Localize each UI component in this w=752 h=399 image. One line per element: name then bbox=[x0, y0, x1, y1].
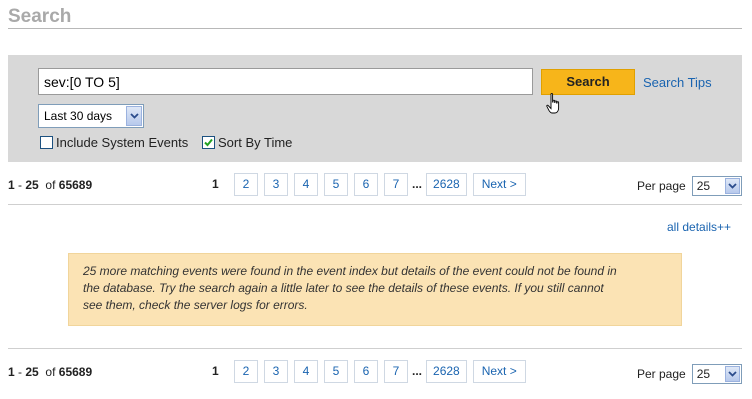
range-end: 25 bbox=[25, 178, 39, 192]
notice-line: see them, check the server logs for erro… bbox=[83, 298, 308, 312]
results-summary-bottom: 1 - 25 of 65689 bbox=[8, 365, 92, 379]
range-start: 1 bbox=[8, 178, 15, 192]
missing-events-notice: 25 more matching events were found in th… bbox=[68, 253, 682, 326]
per-page-label: Per page bbox=[637, 367, 686, 381]
per-page-top: Per page 25 bbox=[637, 176, 742, 196]
per-page-bottom: Per page 25 bbox=[637, 364, 742, 384]
range-separator: - bbox=[18, 365, 23, 379]
page-link[interactable]: 4 bbox=[294, 172, 318, 196]
page-link[interactable]: 2 bbox=[234, 172, 258, 196]
results-divider-bottom bbox=[8, 348, 742, 349]
include-system-events-option[interactable]: Include System Events bbox=[40, 134, 188, 150]
range-separator: - bbox=[18, 178, 23, 192]
time-range-select[interactable]: Last 30 days bbox=[38, 104, 144, 128]
page-link[interactable]: 7 bbox=[384, 172, 408, 196]
page-link[interactable]: 5 bbox=[324, 172, 348, 196]
chevron-down-icon bbox=[724, 366, 740, 382]
chevron-down-icon bbox=[126, 106, 142, 126]
page-link[interactable]: 5 bbox=[324, 359, 348, 383]
per-page-value: 25 bbox=[696, 179, 711, 193]
per-page-select[interactable]: 25 bbox=[691, 364, 742, 384]
search-tips-link[interactable]: Search Tips bbox=[643, 75, 712, 90]
time-range-value: Last 30 days bbox=[44, 109, 113, 123]
of-label: of bbox=[45, 365, 56, 379]
notice-line: 25 more matching events were found in th… bbox=[83, 264, 617, 278]
notice-line: the database. Try the search again a lit… bbox=[83, 281, 604, 295]
include-system-events-checkbox[interactable] bbox=[40, 135, 53, 149]
results-divider bbox=[8, 204, 742, 205]
per-page-label: Per page bbox=[637, 179, 686, 193]
page-title: Search bbox=[8, 6, 72, 27]
page-link[interactable]: 7 bbox=[384, 359, 408, 383]
per-page-select[interactable]: 25 bbox=[691, 176, 742, 196]
page-link[interactable]: 3 bbox=[264, 172, 288, 196]
all-details-link[interactable]: all details++ bbox=[667, 220, 731, 234]
pagination-ellipsis: ... bbox=[412, 364, 423, 378]
sort-by-time-label: Sort By Time bbox=[218, 134, 293, 150]
next-page-link[interactable]: Next > bbox=[472, 172, 526, 196]
current-page: 1 bbox=[212, 364, 219, 378]
sort-by-time-option[interactable]: Sort By Time bbox=[202, 134, 292, 150]
page-link[interactable]: 3 bbox=[264, 359, 288, 383]
pagination-ellipsis: ... bbox=[412, 177, 423, 191]
pagination-bottom: 1 2 3 4 5 6 7 ... 2628 Next > bbox=[212, 359, 532, 383]
total-count: 65689 bbox=[58, 365, 93, 379]
last-page-link[interactable]: 2628 bbox=[426, 172, 467, 196]
current-page: 1 bbox=[212, 177, 219, 191]
page-link[interactable]: 2 bbox=[234, 359, 258, 383]
page-link[interactable]: 6 bbox=[354, 359, 378, 383]
hand-pointer-icon bbox=[546, 93, 560, 114]
search-button[interactable]: Search bbox=[541, 69, 635, 95]
last-page-link[interactable]: 2628 bbox=[426, 359, 467, 383]
next-page-link[interactable]: Next > bbox=[472, 359, 526, 383]
total-count: 65689 bbox=[58, 178, 93, 192]
page-link[interactable]: 6 bbox=[354, 172, 378, 196]
range-start: 1 bbox=[8, 365, 15, 379]
of-label: of bbox=[45, 178, 56, 192]
page-link[interactable]: 4 bbox=[294, 359, 318, 383]
results-summary-top: 1 - 25 of 65689 bbox=[8, 178, 92, 192]
include-system-events-label: Include System Events bbox=[56, 134, 189, 150]
checkmark-icon bbox=[204, 138, 213, 146]
pagination-top: 1 2 3 4 5 6 7 ... 2628 Next > bbox=[212, 172, 532, 196]
sort-by-time-checkbox[interactable] bbox=[202, 135, 215, 149]
title-divider bbox=[8, 28, 742, 29]
range-end: 25 bbox=[25, 365, 39, 379]
chevron-down-icon bbox=[724, 178, 740, 194]
per-page-value: 25 bbox=[696, 367, 711, 381]
search-query-input[interactable] bbox=[38, 68, 533, 95]
